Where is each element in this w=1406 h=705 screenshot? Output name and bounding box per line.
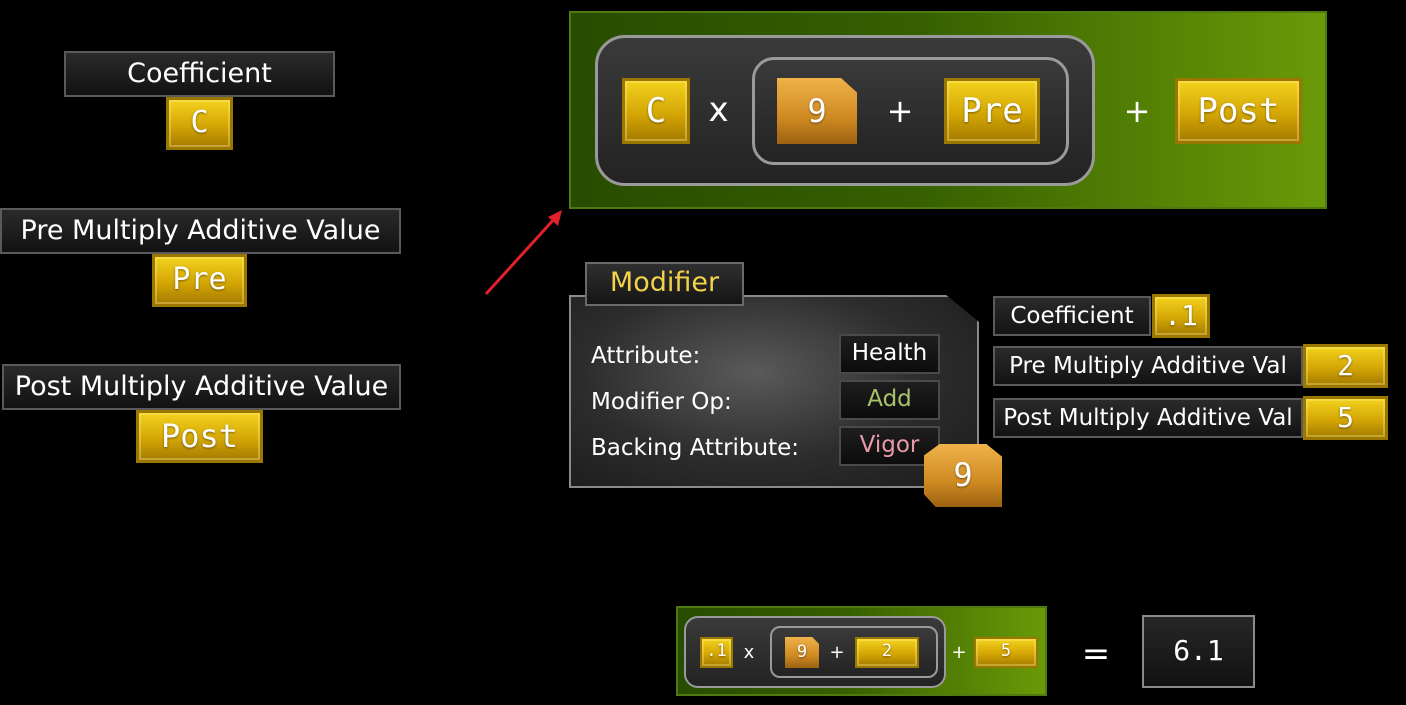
coefficient-label: Coefficient — [64, 51, 335, 97]
param-pre-value: 2 — [1303, 344, 1388, 388]
formula-times: x — [708, 90, 729, 130]
example-coef: .1 — [700, 637, 733, 668]
example-pre: 2 — [855, 637, 919, 668]
formula-coef-token: C — [622, 78, 690, 144]
formula-pre-token: Pre — [944, 78, 1040, 144]
example-times: x — [743, 642, 755, 663]
backing-attribute-magnitude: 9 — [924, 444, 1002, 507]
result-value: 6.1 — [1142, 615, 1255, 688]
param-post-label: Post Multiply Additive Val — [993, 398, 1303, 438]
param-post-value: 5 — [1303, 396, 1388, 440]
coefficient-token: C — [166, 97, 233, 150]
formula-attr-value: 9 — [777, 78, 857, 144]
example-plus-2: + — [951, 642, 967, 663]
pre-multiply-label: Pre Multiply Additive Value — [0, 208, 401, 254]
modifier-title: Modifier — [585, 262, 744, 306]
formula-plus-2: + — [1123, 92, 1151, 130]
post-token: Post — [136, 410, 263, 463]
backing-attribute-label: Backing Attribute: — [591, 435, 800, 461]
modifier-op-label: Modifier Op: — [591, 389, 732, 415]
pre-token: Pre — [152, 254, 247, 307]
pointer-arrow — [484, 210, 562, 296]
attribute-label: Attribute: — [591, 343, 701, 369]
example-attr-value: 9 — [785, 637, 819, 668]
param-coefficient-label: Coefficient — [993, 296, 1151, 336]
formula-post-token: Post — [1175, 78, 1302, 144]
example-plus-1: + — [829, 642, 845, 663]
equals-sign: = — [1081, 634, 1111, 674]
example-post: 5 — [974, 637, 1038, 668]
post-multiply-label: Post Multiply Additive Value — [2, 364, 401, 410]
formula-plus-1: + — [886, 92, 914, 130]
attribute-value: Health — [839, 334, 940, 374]
param-pre-label: Pre Multiply Additive Val — [993, 346, 1303, 386]
modifier-op-value: Add — [839, 380, 940, 420]
param-coefficient-value: .1 — [1152, 294, 1210, 338]
example-panel: .1 x 9 + 2 + 5 — [676, 606, 1047, 696]
formula-panel: C x 9 + Pre + Post — [569, 11, 1327, 209]
